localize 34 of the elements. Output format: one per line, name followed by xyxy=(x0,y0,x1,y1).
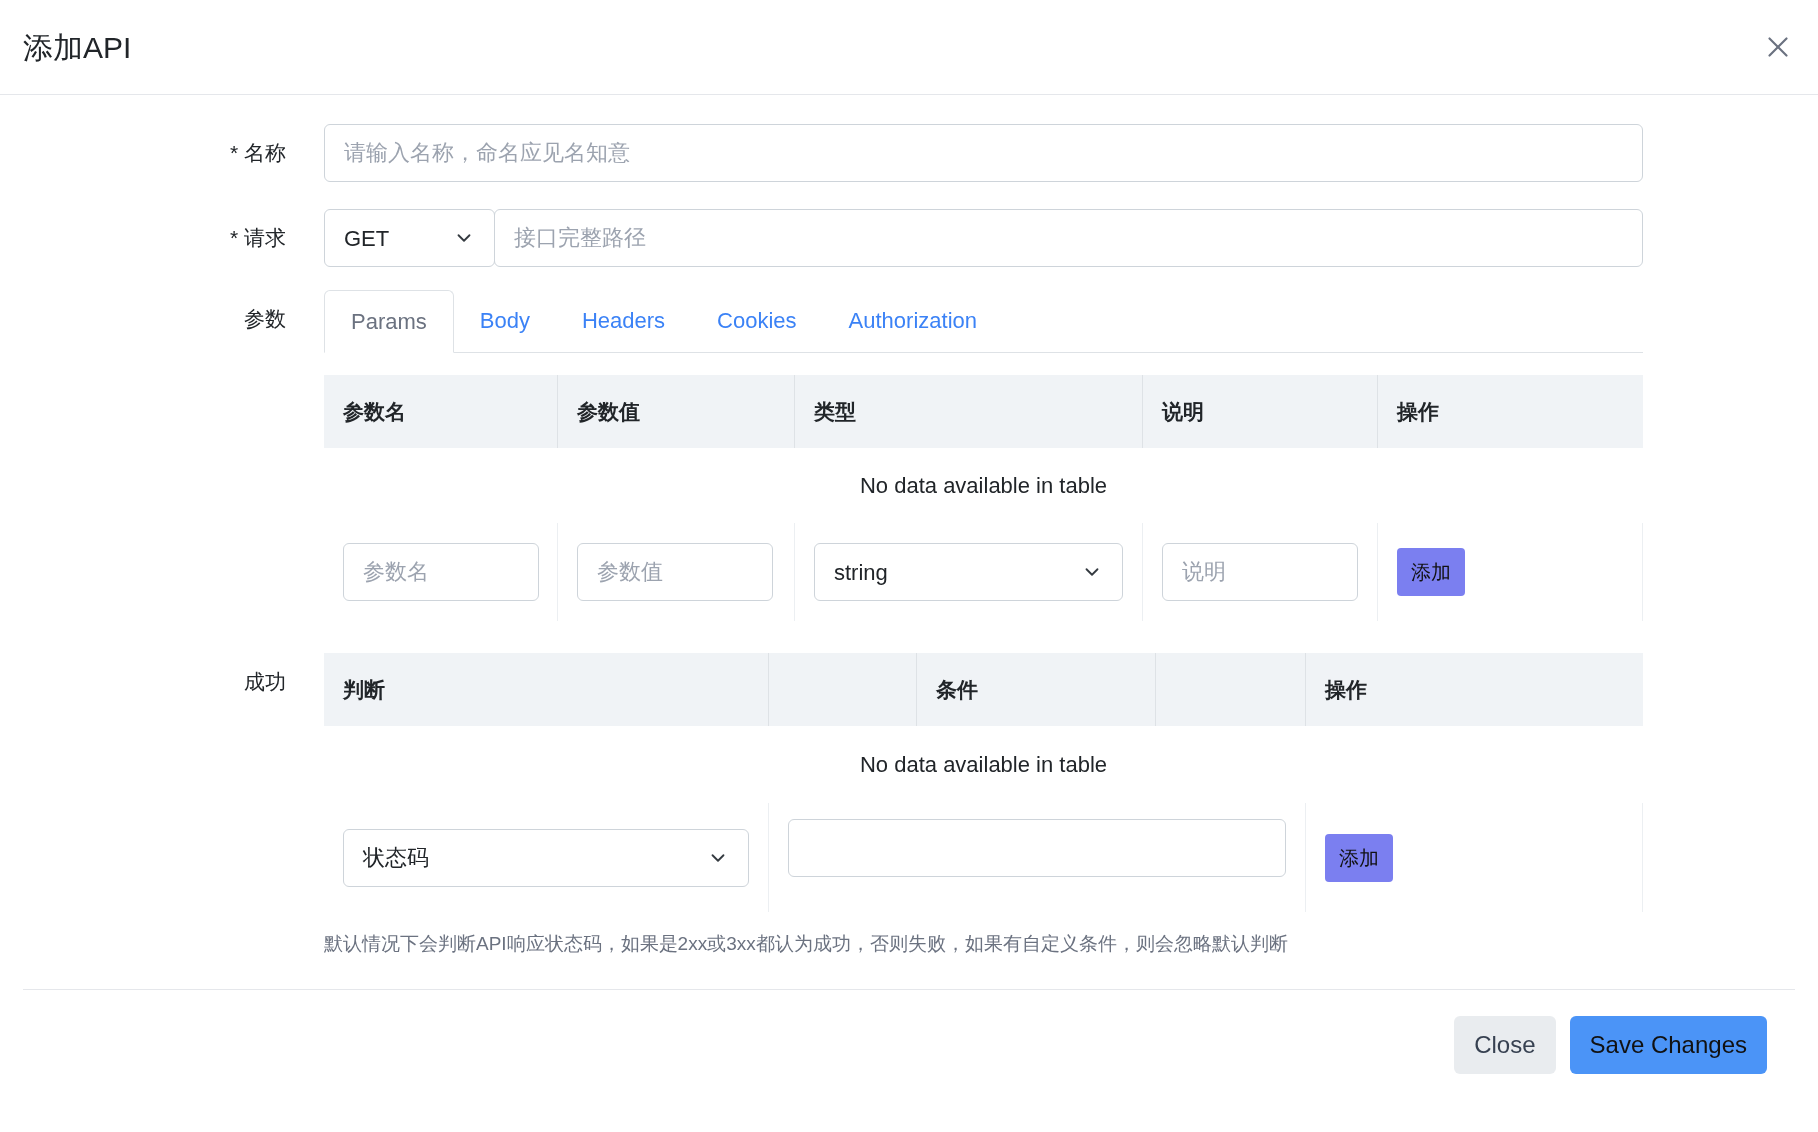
column-header: 参数值 xyxy=(577,398,640,425)
close-button[interactable]: Close xyxy=(1454,1015,1556,1074)
field-label: * 请求 xyxy=(230,225,286,251)
column-header: 条件 xyxy=(936,676,978,703)
column-header: 参数名 xyxy=(343,398,406,425)
input-field[interactable]: 参数值 xyxy=(577,543,773,601)
input-field[interactable]: 参数名 xyxy=(343,543,539,601)
tab[interactable]: Params xyxy=(324,290,454,353)
input-field[interactable]: 说明 xyxy=(1162,543,1358,601)
check-select[interactable]: 状态码 xyxy=(343,828,749,887)
url-input[interactable]: 接口完整路径 xyxy=(494,209,1643,267)
condition-input[interactable] xyxy=(788,819,1286,877)
column-header: 操作 xyxy=(1325,676,1367,703)
column-header: 操作 xyxy=(1397,398,1439,425)
tab[interactable]: Headers xyxy=(555,289,692,352)
tab[interactable]: Body xyxy=(453,289,556,352)
add-button[interactable]: 添加 xyxy=(1397,548,1465,596)
dialog-title: 添加API xyxy=(23,29,132,66)
method-select[interactable]: GET xyxy=(324,209,495,267)
column-header: 说明 xyxy=(1162,398,1204,425)
empty-table-text: No data available in table xyxy=(859,751,1108,779)
empty-table-text: No data available in table xyxy=(859,472,1108,500)
field-label: * 名称 xyxy=(230,140,286,166)
name-input[interactable]: 请输入名称，命名应见名知意 xyxy=(324,124,1643,182)
tab[interactable]: Cookies xyxy=(691,289,823,352)
add-button[interactable]: 添加 xyxy=(1325,833,1393,882)
column-header: 判断 xyxy=(343,676,385,703)
field-label: 参数 xyxy=(244,306,286,332)
column-header: 类型 xyxy=(814,398,856,425)
hint-text: 默认情况下会判断API响应状态码，如果是2xx或3xx都认为成功，否则失败，如果有自定义条件，则会忽略默认判断 xyxy=(324,932,1289,956)
type-select[interactable]: string xyxy=(814,543,1123,601)
field-label: 成功 xyxy=(244,669,286,695)
save-button[interactable]: Save Changes xyxy=(1569,1015,1767,1074)
tab[interactable]: Authorization xyxy=(822,289,1003,352)
